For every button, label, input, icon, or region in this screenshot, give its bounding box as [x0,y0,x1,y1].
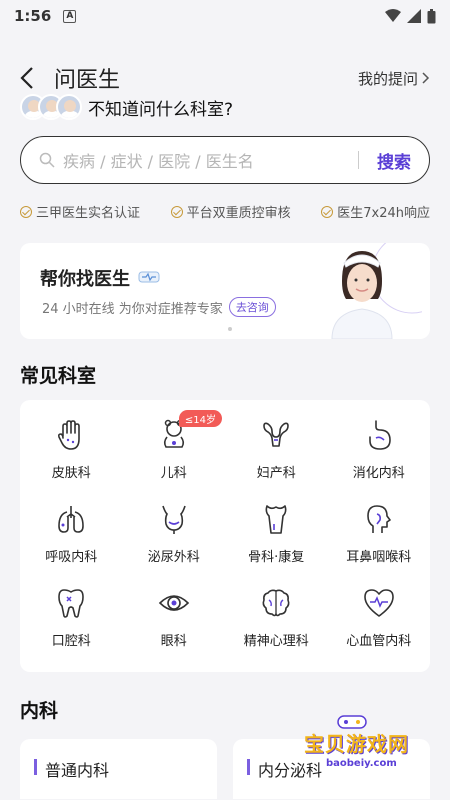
search-divider [358,151,359,169]
dept-orthopedics[interactable]: 骨科·康复 [225,496,328,580]
dept-label: 眼科 [160,634,187,649]
uterus-icon [263,422,290,447]
trust-badge-label: 平台双重质控审核 [186,206,291,221]
status-time: 1:56 [14,7,52,25]
dept-label: 泌尿外科 [147,550,200,565]
trust-badge-label: 医生7x24h响应 [337,206,430,221]
trust-badge: 平台双重质控审核 [170,202,291,221]
brain-icon [262,589,290,617]
watermark-url: baobeiy.com [326,758,397,769]
accent-bar [34,759,37,775]
find-doctor-banner[interactable]: 帮你找医生 24 小时在线 为你对症推荐专家 去咨询 [20,243,430,339]
notification-a-icon: A [63,9,77,23]
lungs-icon [58,506,85,533]
subdept-label: 普通内科 [45,761,110,780]
dept-cardiology[interactable]: 心血管内科 [328,580,431,664]
search-button[interactable]: 搜索 [377,148,411,173]
carousel-dot [228,327,232,331]
dept-label: 口腔科 [51,634,91,649]
banner-title: 帮你找医生 [40,269,130,290]
chat-pulse-icon [138,271,160,283]
accent-bar [247,759,250,775]
doctor-avatars [20,94,82,120]
site-watermark: 宝贝游戏网 baobeiy.com [298,712,428,782]
dept-ophthalmology[interactable]: 眼科 [123,580,226,664]
page-title: 问医生 [54,68,121,93]
dept-label: 妇产科 [256,466,296,481]
avatar [56,94,82,120]
eye-icon [158,595,189,611]
dept-dermatology[interactable]: 皮肤科 [20,412,123,496]
my-questions-link[interactable]: 我的提问 [358,68,430,89]
hand-icon [58,420,81,450]
subdept-general-internal[interactable]: 普通内科 [20,739,217,799]
dept-label: 精神心理科 [243,634,309,649]
dept-respiratory[interactable]: 呼吸内科 [20,496,123,580]
common-depts-grid: 皮肤科 ≤14岁 儿科 妇产科 消化内科 呼吸内科 泌尿外科 骨科·康复 耳鼻咽… [20,400,430,672]
banner-subtitle: 24 小时在线 为你对症推荐专家 [42,301,223,317]
dept-dental[interactable]: 口腔科 [20,580,123,664]
back-arrow-icon[interactable] [20,66,44,90]
dept-label: 呼吸内科 [45,550,98,565]
tooth-icon [58,589,85,618]
dept-obgyn[interactable]: 妇产科 [225,412,328,496]
consult-button[interactable]: 去咨询 [228,297,276,317]
bone-icon [265,505,287,534]
common-depts-title: 常见科室 [20,365,97,387]
dept-label: 儿科 [160,466,187,481]
check-circle-icon [170,205,183,218]
search-input[interactable]: 疾病 / 症状 / 医院 / 医生名 [63,148,358,172]
dept-psychiatry[interactable]: 精神心理科 [225,580,328,664]
dept-urology[interactable]: 泌尿外科 [123,496,226,580]
dept-label: 心血管内科 [346,634,412,649]
search-icon [39,152,55,168]
trust-badges: 三甲医生实名认证 平台双重质控审核 医生7x24h响应 [0,202,450,221]
banner-title-row: 帮你找医生 [40,265,160,291]
watermark-text: 宝贝游戏网 [304,732,409,756]
search-bar[interactable]: 疾病 / 症状 / 医院 / 医生名 搜索 [20,136,430,184]
battery-icon [427,8,436,23]
trust-badge: 医生7x24h响应 [321,202,430,221]
signal-icon [407,9,421,23]
dept-label: 消化内科 [352,466,405,481]
dept-label: 皮肤科 [51,466,91,481]
age-tag: ≤14岁 [178,410,222,427]
trust-badge-label: 三甲医生实名认证 [36,206,141,221]
check-circle-icon [20,205,32,218]
check-circle-icon [321,205,334,218]
wifi-icon [385,9,401,22]
my-questions-label: 我的提问 [357,69,418,88]
dept-label: 耳鼻咽喉科 [346,550,412,565]
chevron-right-icon [422,72,430,84]
banner-subtitle-row: 24 小时在线 为你对症推荐专家 去咨询 [42,297,276,317]
dept-ent[interactable]: 耳鼻咽喉科 [328,496,431,580]
heart-icon [363,589,394,617]
status-bar: 1:56 A [0,0,450,32]
bladder-icon [161,505,186,534]
nurse-illustration [331,243,422,339]
status-icons [385,8,436,24]
stomach-icon [368,420,391,450]
dept-label: 骨科·康复 [248,550,305,565]
head-profile-icon [366,505,391,533]
trust-badge: 三甲医生实名认证 [20,202,140,221]
dept-pediatrics[interactable]: ≤14岁 儿科 [123,410,226,496]
dept-gastro[interactable]: 消化内科 [328,412,431,496]
